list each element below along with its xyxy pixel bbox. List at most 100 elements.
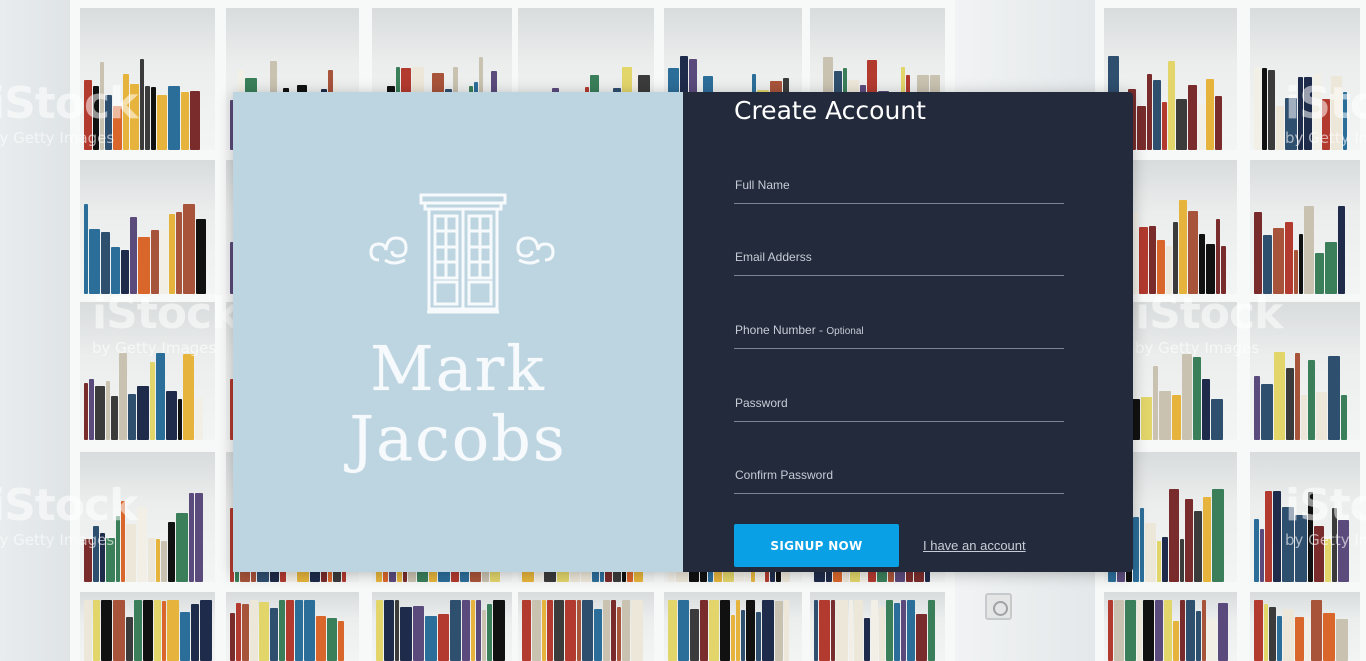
login-link[interactable]: I have an account — [923, 538, 1026, 553]
book-spine — [1193, 357, 1201, 440]
confirm-password-field[interactable]: Confirm Password — [734, 464, 1064, 494]
book-spine — [230, 613, 235, 661]
book-spine — [89, 229, 100, 294]
book-spine — [150, 362, 155, 440]
book-spine — [138, 237, 150, 294]
watermark: iStockby Getty Images — [92, 288, 240, 357]
book-spine — [1299, 234, 1303, 294]
book-spine — [195, 493, 203, 582]
book-spine — [84, 204, 88, 294]
shelf-compartment — [518, 592, 654, 661]
book-spine — [1180, 539, 1184, 582]
book-spine — [741, 610, 745, 661]
book-spine — [1176, 99, 1187, 150]
book-spine — [154, 600, 161, 661]
book-spine — [395, 600, 399, 661]
phone-input[interactable] — [734, 319, 1064, 348]
book-spine — [279, 600, 285, 661]
book-spine — [1277, 616, 1282, 661]
book-spine — [156, 539, 160, 582]
book-spine — [1323, 613, 1335, 661]
book-spine — [1194, 511, 1202, 582]
book-spine — [831, 600, 835, 661]
signup-button[interactable]: SIGNUP NOW — [734, 524, 899, 567]
book-row — [1254, 352, 1356, 440]
book-spine — [196, 219, 206, 294]
book-spine — [168, 522, 175, 582]
book-spine — [1264, 604, 1268, 661]
book-spine — [1308, 360, 1315, 440]
book-spine — [200, 600, 212, 661]
book-spine — [1164, 600, 1172, 661]
book-spine — [1139, 227, 1148, 294]
book-spine — [836, 600, 848, 661]
phone-field[interactable]: Phone Number - Optional — [734, 319, 1064, 349]
book-row — [1108, 600, 1233, 661]
book-spine — [145, 86, 150, 150]
book-spine — [1305, 617, 1310, 661]
shelf-compartment — [1104, 592, 1237, 661]
email-field[interactable]: Email Adderss — [734, 246, 1064, 276]
book-spine — [1269, 607, 1276, 661]
book-spine — [1157, 240, 1165, 294]
book-spine — [1325, 242, 1337, 294]
watermark: iStockby Getty Images — [0, 78, 138, 147]
book-spine — [1186, 600, 1195, 661]
book-spine — [611, 600, 616, 661]
book-spine — [156, 353, 165, 440]
book-spine — [784, 600, 789, 661]
book-spine — [168, 86, 180, 150]
book-spine — [1285, 222, 1293, 294]
book-row — [84, 600, 212, 661]
book-spine — [1196, 611, 1201, 661]
book-spine — [151, 87, 156, 150]
book-spine — [1316, 392, 1327, 440]
shelf-compartment — [810, 592, 945, 661]
book-spine — [242, 604, 249, 661]
book-spine — [565, 600, 576, 661]
book-spine — [894, 603, 900, 661]
book-spine — [1203, 497, 1211, 582]
book-spine — [594, 609, 602, 661]
email-input[interactable] — [734, 246, 1064, 275]
book-row — [1254, 206, 1356, 294]
full-name-field[interactable]: Full Name — [734, 174, 1064, 204]
password-field[interactable]: Password — [734, 392, 1064, 422]
book-spine — [1254, 600, 1263, 661]
book-spine — [1157, 541, 1161, 582]
book-spine — [1202, 379, 1210, 440]
book-spine — [916, 614, 927, 661]
book-spine — [819, 600, 830, 661]
book-spine — [438, 614, 449, 661]
password-input[interactable] — [734, 392, 1064, 421]
book-spine — [134, 600, 142, 661]
book-spine — [180, 612, 190, 661]
book-spine — [1125, 600, 1136, 661]
book-spine — [1140, 508, 1144, 582]
book-spine — [720, 600, 730, 661]
book-spine — [195, 398, 203, 440]
book-spine — [327, 618, 337, 661]
watermark: iStockby Getty Images — [1285, 480, 1366, 549]
book-spine — [1212, 489, 1224, 582]
book-spine — [384, 600, 394, 661]
book-spine — [690, 609, 699, 661]
book-spine — [425, 616, 437, 661]
shelf-compartment — [80, 160, 215, 294]
book-spine — [577, 600, 581, 661]
book-spine — [668, 600, 677, 661]
book-spine — [1149, 226, 1156, 294]
book-spine — [1145, 523, 1156, 582]
book-spine — [106, 381, 110, 440]
confirm-password-input[interactable] — [734, 464, 1064, 493]
book-spine — [130, 217, 137, 294]
book-spine — [1263, 235, 1272, 294]
book-spine — [316, 616, 326, 661]
full-name-input[interactable] — [734, 174, 1064, 203]
shelf-compartment — [1250, 160, 1360, 294]
book-spine — [1137, 600, 1142, 661]
book-spine — [1188, 211, 1198, 294]
book-spine — [101, 232, 110, 294]
book-spine — [178, 399, 182, 440]
book-spine — [191, 604, 199, 661]
